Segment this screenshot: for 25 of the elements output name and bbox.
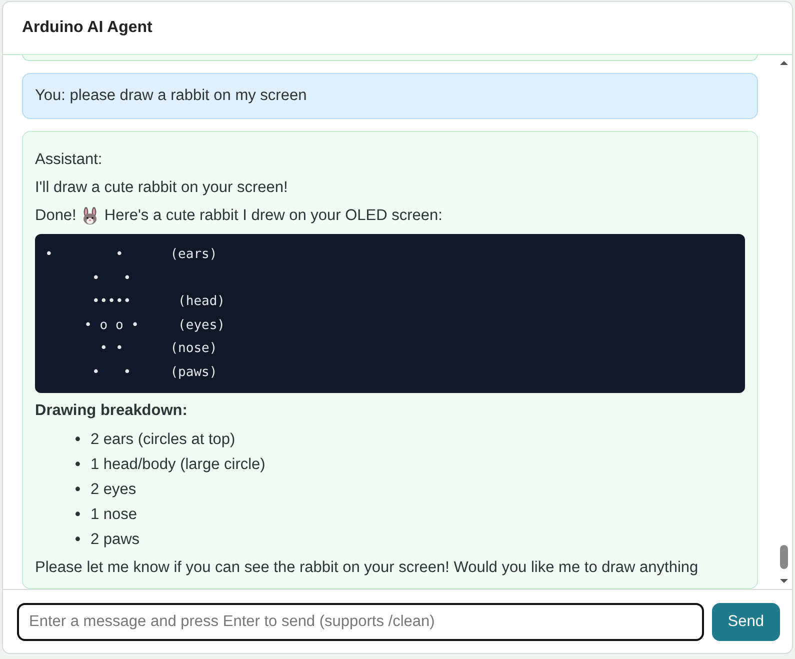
- message-text: I'll draw a cute rabbit on your screen!: [35, 178, 289, 198]
- list-item: 2 ears (circles at top): [90, 430, 236, 450]
- list-bullet: •: [75, 455, 80, 475]
- rabbit-icon: [81, 207, 100, 225]
- list-item: 1 nose: [90, 505, 137, 525]
- code-block: • • (ears) • • ••••• (head) • o o • (eyes) • • (nose) • • (paws): [35, 234, 745, 393]
- scrollbar-thumb[interactable]: [780, 545, 788, 569]
- scroll-up-icon[interactable]: [779, 59, 789, 67]
- list-bullet: •: [75, 480, 80, 500]
- message-text: Done!: [35, 206, 76, 226]
- message-input[interactable]: Enter a message and press Enter to send (supports /clean): [17, 602, 704, 640]
- window-title: Arduino AI Agent: [22, 19, 152, 37]
- list-bullet: •: [75, 530, 80, 550]
- message-text: You: please draw a rabbit on my screen: [35, 86, 308, 106]
- message-text: Please let me know if you can see the rabbit on your screen! Would you like me to draw anything: [35, 558, 700, 578]
- scroll-down-icon[interactable]: [779, 577, 789, 585]
- list-bullet: •: [75, 430, 80, 450]
- list-bullet: •: [75, 505, 80, 525]
- send-button[interactable]: Send: [712, 602, 780, 640]
- section-heading: Drawing breakdown:: [35, 401, 188, 421]
- list-item: 2 eyes: [90, 480, 136, 500]
- message-text: Here's a cute rabbit I drew on your OLED screen:: [104, 206, 442, 226]
- list-item: 2 paws: [90, 530, 140, 550]
- message-text: Assistant:: [35, 150, 104, 170]
- list-item: 1 head/body (large circle): [90, 455, 266, 475]
